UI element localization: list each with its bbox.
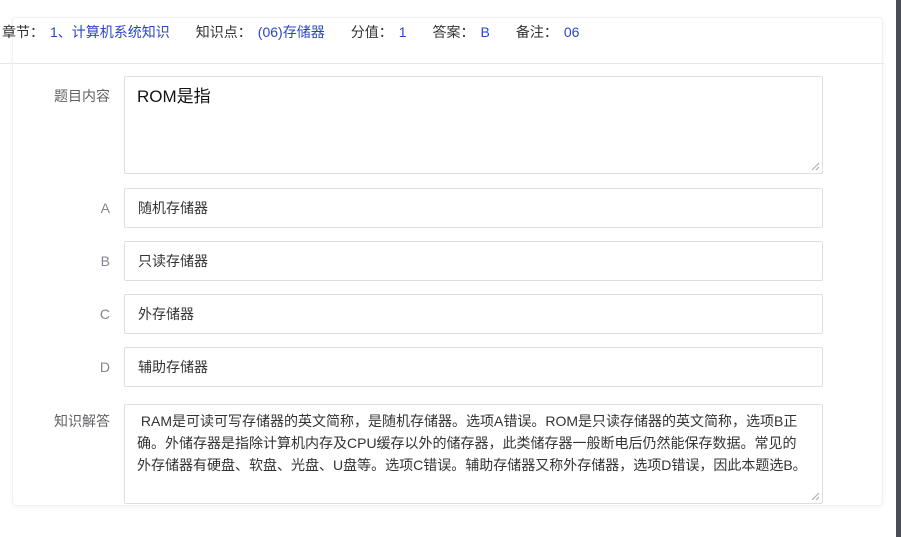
option-a-field (124, 188, 823, 228)
option-d-label: D (0, 347, 110, 387)
option-a-label: A (0, 188, 110, 228)
chapter-value: 1、计算机系统知识 (50, 22, 170, 42)
option-b-field (124, 241, 823, 281)
chapter-label: 章节： (2, 22, 44, 42)
explanation-field: RAM是可读可写存储器的英文简称，是随机存储器。选项A错误。ROM是只读存储器的… (124, 404, 823, 504)
option-d-input[interactable] (125, 348, 822, 386)
option-b-input[interactable] (125, 242, 822, 280)
window-right-edge (896, 0, 901, 537)
score-label: 分值： (351, 22, 393, 42)
answer-label: 答案： (433, 22, 475, 42)
note-label: 备注： (516, 22, 558, 42)
answer-value: B (481, 24, 490, 40)
option-c-input[interactable] (125, 295, 822, 333)
option-b-label: B (0, 241, 110, 281)
header-divider (0, 63, 884, 64)
score-value: 1 (399, 24, 407, 40)
resize-handle-icon[interactable] (810, 161, 820, 171)
option-c-field (124, 294, 823, 334)
question-detail-page: 章节： 1、计算机系统知识 知识点： (06)存储器 分值： 1 答案： B 备… (0, 0, 901, 537)
question-content-textarea[interactable]: ROM是指 (125, 77, 822, 173)
option-a-input[interactable] (125, 189, 822, 227)
explanation-textarea[interactable]: RAM是可读可写存储器的英文简称，是随机存储器。选项A错误。ROM是只读存储器的… (125, 405, 822, 503)
knowledge-point-label: 知识点： (196, 22, 252, 42)
question-content-field: ROM是指 (124, 76, 823, 174)
explanation-label: 知识解答 (0, 411, 110, 431)
note-value: 06 (564, 24, 580, 40)
question-content-label: 题目内容 (0, 86, 110, 106)
meta-bar: 章节： 1、计算机系统知识 知识点： (06)存储器 分值： 1 答案： B 备… (2, 23, 579, 41)
option-d-field (124, 347, 823, 387)
knowledge-point-value: (06)存储器 (258, 22, 325, 42)
option-c-label: C (0, 294, 110, 334)
resize-handle-icon[interactable] (810, 491, 820, 501)
